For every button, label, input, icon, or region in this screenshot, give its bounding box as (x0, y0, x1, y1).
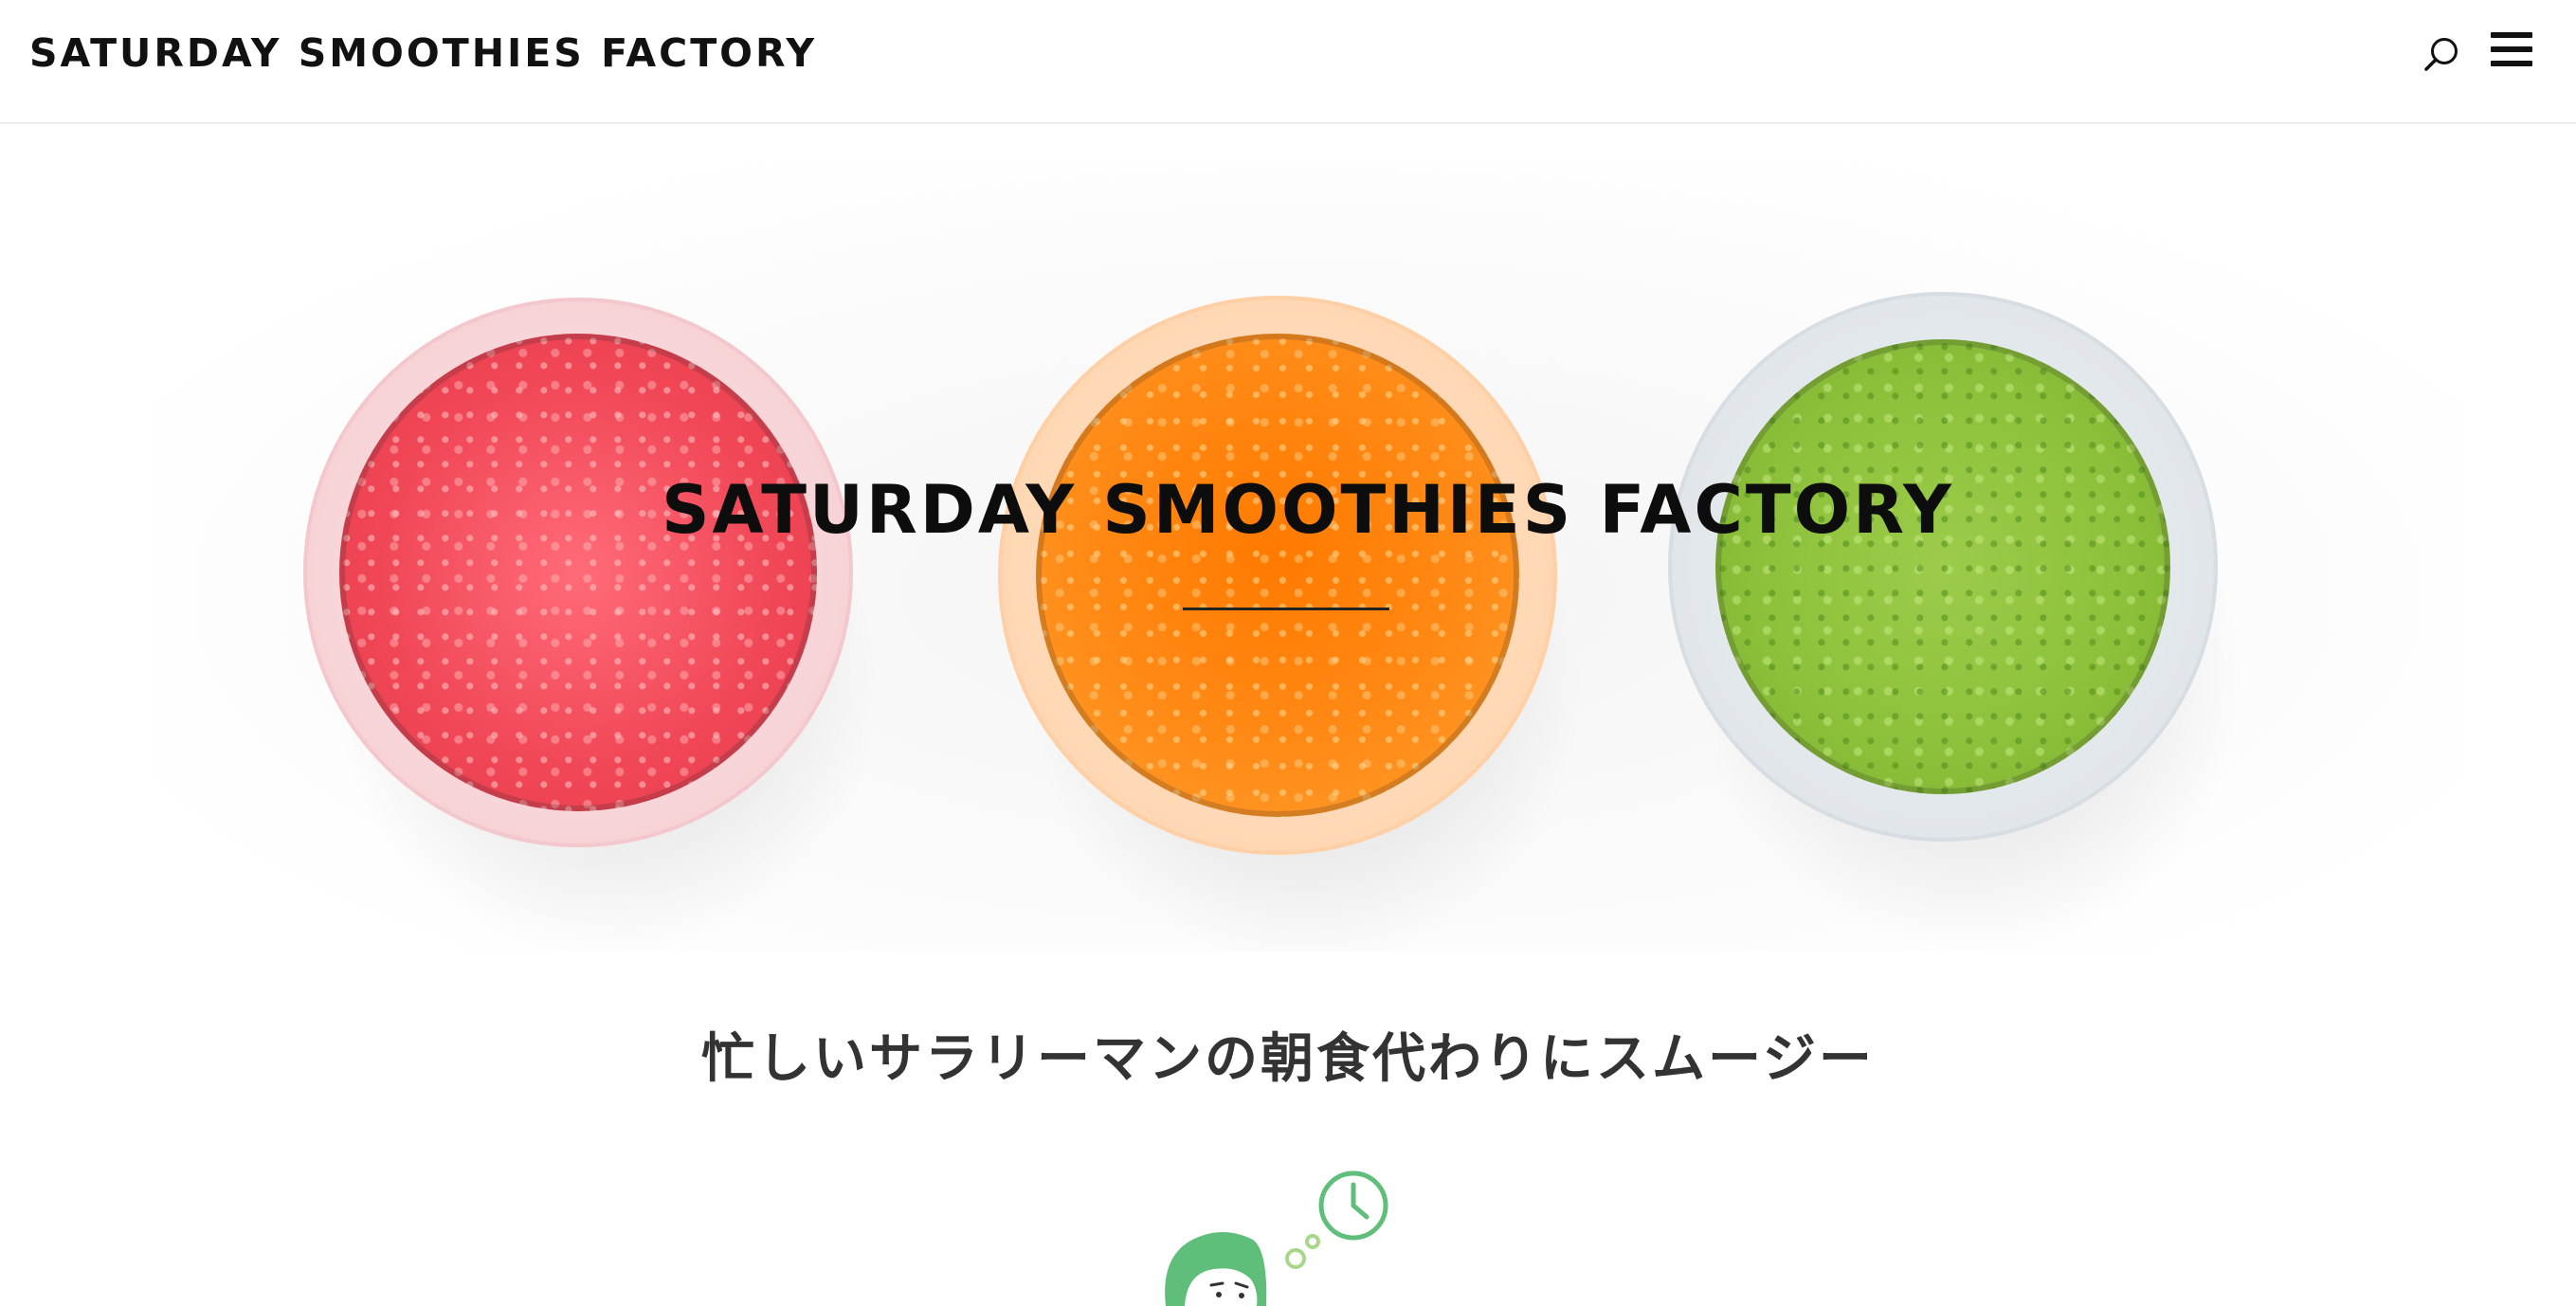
green-smoothie-liquid (1715, 339, 2170, 794)
search-icon[interactable] (2422, 35, 2460, 73)
site-header: SATURDAY SMOOTHIES FACTORY (0, 0, 2576, 124)
worried-man-icon (1165, 1170, 1388, 1306)
worried-man-illustration (1156, 1164, 1441, 1306)
menu-icon[interactable] (2491, 30, 2532, 68)
orange-smoothie-glass (998, 296, 1586, 952)
red-smoothie-glass (303, 298, 881, 952)
orange-smoothie-liquid (1036, 334, 1519, 817)
hero-title: SATURDAY SMOOTHIES FACTORY (662, 471, 1954, 549)
section-heading: 忙しいサラリーマンの朝食代わりにスムージー (701, 1028, 1875, 1090)
hero-divider (1183, 608, 1389, 610)
site-logo[interactable]: SATURDAY SMOOTHIES FACTORY (29, 28, 817, 78)
green-smoothie-glass (1668, 292, 2246, 952)
red-smoothie-liquid (339, 334, 817, 811)
hero-banner: SATURDAY SMOOTHIES FACTORY (152, 157, 2464, 952)
